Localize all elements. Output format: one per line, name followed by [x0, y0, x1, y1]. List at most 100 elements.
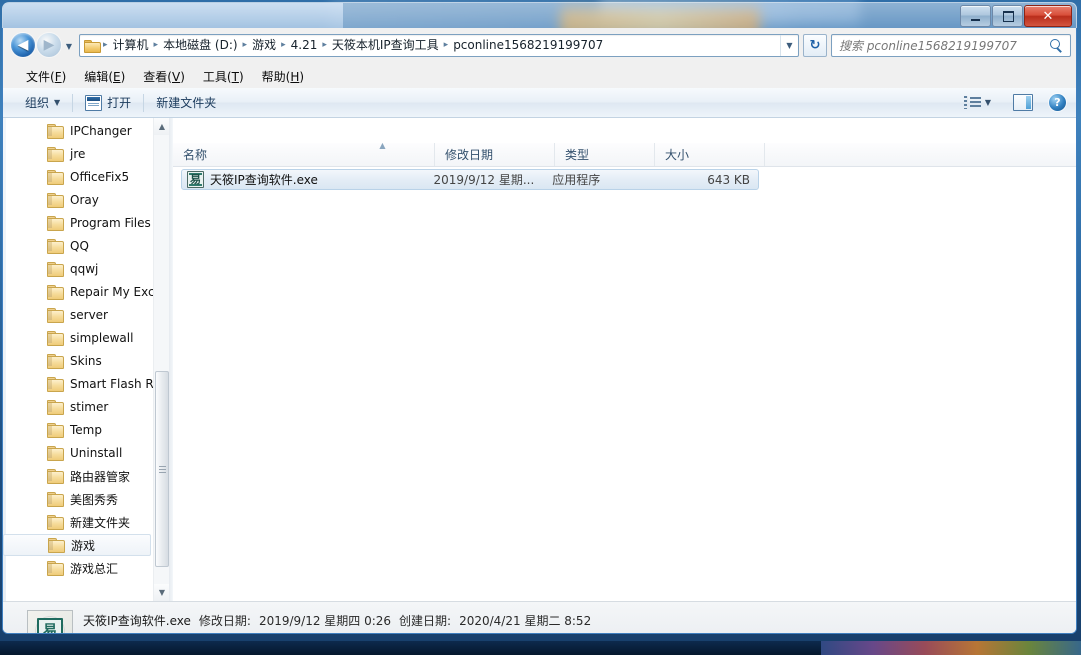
column-header-modified[interactable]: 修改日期 [435, 143, 555, 166]
back-button[interactable]: ◀ [11, 33, 35, 57]
recent-pages-button[interactable]: ▼ [63, 40, 75, 52]
sidebar-item-label: OfficeFix5 [70, 170, 130, 184]
navigation-pane[interactable]: IPChanger jre OfficeFix5 Oray Program Files Q… [3, 118, 171, 601]
title-bar[interactable]: ✕ [2, 2, 1077, 29]
maximize-button[interactable] [992, 5, 1023, 27]
folder-icon [47, 354, 64, 369]
folder-icon [84, 39, 100, 53]
close-icon: ✕ [1042, 8, 1054, 24]
table-row[interactable]: 易天筱IP查询软件.exe 2019/9/12 星期... 应用程序 643 KB [181, 169, 759, 190]
sidebar-item[interactable]: Uninstall [3, 442, 153, 464]
folder-icon [47, 216, 64, 231]
sidebar-item-label: server [70, 308, 108, 322]
details-line-1: 天筱IP查询软件.exe 修改日期: 2019/9/12 星期四 0:26 创建… [83, 612, 591, 629]
scrollbar-grip-icon [159, 466, 166, 473]
column-label: 类型 [565, 148, 590, 162]
sidebar-item[interactable]: 新建文件夹 [3, 511, 153, 533]
sort-indicator-icon: ▲ [379, 141, 386, 150]
folder-icon [47, 308, 64, 323]
yi-app-icon: 易 [37, 618, 63, 633]
column-header-size[interactable]: 大小 [655, 143, 765, 166]
chevron-down-icon[interactable]: ▼ [985, 98, 991, 107]
file-type-cell: 应用程序 [552, 173, 601, 187]
sidebar-item[interactable]: OfficeFix5 [3, 166, 153, 188]
minimize-icon [971, 19, 980, 21]
scrollbar-thumb[interactable] [155, 371, 169, 567]
menu-item-file[interactable]: 文件(F) [17, 66, 75, 87]
sidebar-item[interactable]: 游戏 [3, 534, 151, 556]
address-bar[interactable]: ▸ 计算机 ▸ 本地磁盘 (D:) ▸ 游戏 ▸ 4.21 ▸ 天筱本机IP查询… [79, 34, 799, 57]
sidebar-item[interactable]: 美图秀秀 [3, 488, 153, 510]
details-file-name: 天筱IP查询软件.exe [83, 614, 191, 628]
search-box[interactable]: 搜索 pconline1568219199707 [831, 34, 1071, 57]
folder-icon [47, 262, 64, 277]
refresh-button[interactable]: ↻ [803, 34, 827, 57]
breadcrumb-item-0[interactable]: 计算机 [109, 35, 153, 56]
column-header-name[interactable]: 名称 [173, 143, 435, 166]
window-controls: ✕ [959, 5, 1072, 27]
sidebar-item[interactable]: Program Files [3, 212, 153, 234]
file-list-pane[interactable]: 名称 修改日期 类型 大小 ▲ 易天筱IP查询软件.exe 2019/9/12 星… [173, 118, 1076, 601]
breadcrumb-item-2[interactable]: 游戏 [248, 35, 280, 56]
back-arrow-icon: ◀ [17, 37, 29, 53]
folder-icon [47, 469, 64, 484]
file-size-cell: 643 KB [707, 172, 751, 187]
change-view-icon[interactable] [963, 95, 981, 110]
sidebar-item[interactable]: Skins [3, 350, 153, 372]
details-created-value: 2020/4/21 星期二 8:52 [459, 614, 592, 628]
organize-button[interactable]: 组织 ▼ [17, 91, 68, 114]
sidebar-item[interactable]: QQ [3, 235, 153, 257]
menu-item-edit[interactable]: 编辑(E) [75, 66, 134, 87]
search-icon [1050, 38, 1064, 53]
folder-icon [48, 538, 65, 553]
new-folder-button[interactable]: 新建文件夹 [148, 91, 224, 114]
scroll-up-button[interactable]: ▲ [154, 118, 170, 135]
folder-icon [47, 147, 64, 162]
refresh-icon: ↻ [809, 38, 821, 53]
help-icon[interactable]: ? [1049, 94, 1066, 111]
folder-icon [47, 170, 64, 185]
column-header-type[interactable]: 类型 [555, 143, 655, 166]
sidebar-item[interactable]: Oray [3, 189, 153, 211]
sidebar-item[interactable]: server [3, 304, 153, 326]
sidebar-item-label: IPChanger [70, 124, 132, 138]
preview-pane-icon[interactable] [1013, 94, 1033, 111]
sidebar-item[interactable]: Smart Flash R [3, 373, 154, 395]
sidebar-item[interactable]: Repair My Exc [3, 281, 155, 303]
folder-icon [47, 124, 64, 139]
details-modified-value: 2019/9/12 星期四 0:26 [258, 614, 392, 628]
menu-item-tools[interactable]: 工具(T) [194, 66, 253, 87]
window-body: ◀ ▶ ▼ ▸ 计算机 ▸ 本地磁盘 (D:) ▸ 游戏 ▸ 4.21 ▸ 天筱… [2, 28, 1077, 634]
sidebar-item[interactable]: stimer [3, 396, 153, 418]
folder-icon [47, 331, 64, 346]
search-input[interactable]: 搜索 pconline1568219199707 [832, 37, 1017, 54]
folder-icon [47, 446, 64, 461]
menu-item-view[interactable]: 查看(V) [134, 66, 194, 87]
breadcrumb-item-1[interactable]: 本地磁盘 (D:) [159, 35, 241, 56]
sidebar-item[interactable]: IPChanger [3, 120, 153, 142]
menu-item-help[interactable]: 帮助(H) [253, 66, 313, 87]
details-type-value: 应用程序 [83, 632, 223, 633]
sidebar-item[interactable]: 路由器管家 [3, 465, 153, 487]
sidebar-item-label: Uninstall [70, 446, 123, 460]
address-dropdown-button[interactable]: ▼ [780, 35, 798, 56]
nav-pane-scrollbar[interactable]: ▲ ▼ [153, 118, 170, 601]
open-button[interactable]: 打开 [77, 91, 139, 114]
close-button[interactable]: ✕ [1024, 5, 1072, 27]
chevron-down-icon: ▼ [786, 41, 793, 50]
sidebar-item[interactable]: jre [3, 143, 153, 165]
sidebar-item[interactable]: simplewall [3, 327, 153, 349]
breadcrumb-item-3[interactable]: 4.21 [287, 35, 322, 56]
file-large-icon: 易 [27, 610, 73, 633]
sidebar-item[interactable]: qqwj [3, 258, 153, 280]
scroll-down-button[interactable]: ▼ [154, 584, 170, 601]
column-label: 大小 [665, 148, 690, 162]
menu-accel: F [54, 70, 62, 84]
sidebar-item[interactable]: Temp [3, 419, 153, 441]
sidebar-item[interactable]: 游戏总汇 [3, 557, 153, 579]
minimize-button[interactable] [960, 5, 991, 27]
taskbar[interactable] [0, 641, 1081, 655]
forward-button[interactable]: ▶ [37, 33, 61, 57]
breadcrumb-item-4[interactable]: 天筱本机IP查询工具 [328, 35, 443, 56]
breadcrumb-item-5[interactable]: pconline1568219199707 [449, 35, 607, 56]
